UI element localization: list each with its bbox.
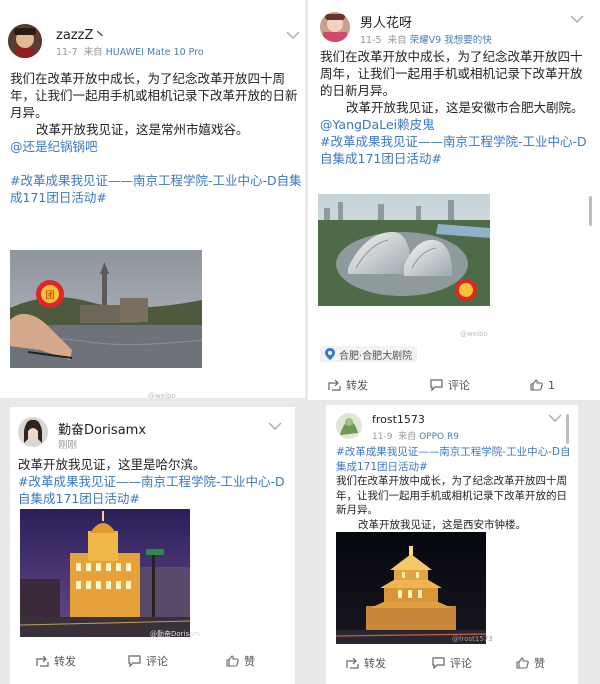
chevron-down-icon[interactable] [268, 421, 282, 431]
like-count: 1 [548, 378, 555, 392]
username[interactable]: frost1573 [372, 413, 425, 426]
hashtag-link[interactable]: #改革成果我见证——南京工程学院-工业中心-D自集成171团日活动# [18, 473, 290, 507]
comment-button[interactable]: 评论 [430, 372, 470, 398]
post-card-nanrenhua: 男人花呀 11-5 来自 荣耀V9 我想要的快 我们在改革开放中成长，为了纪念改… [308, 0, 600, 400]
device-link[interactable]: HUAWEI Mate 10 Pro [106, 47, 204, 58]
avatar-image [18, 417, 48, 447]
like-button[interactable]: 赞 [516, 650, 545, 676]
location-label: 合肥·合肥大剧院 [339, 350, 413, 362]
chevron-down-icon[interactable] [286, 30, 300, 40]
avatar-image [8, 24, 42, 58]
post-text: #改革成果我见证——南京工程学院-工业中心-D自集成171团日活动# 我们在改革… [336, 445, 576, 532]
repost-button[interactable]: 转发 [328, 372, 368, 398]
comment-button[interactable]: 评论 [432, 650, 472, 676]
post-date: 11-7 [56, 47, 78, 58]
image-watermark: @frost1573 [452, 635, 493, 643]
scrollbar[interactable] [589, 196, 592, 226]
avatar-image [336, 413, 362, 439]
post-date: 刚刚 [58, 440, 78, 451]
image-watermark: @weibo [460, 330, 488, 338]
avatar[interactable] [18, 417, 48, 447]
image-watermark: @勤奋Dorisam [150, 630, 201, 638]
chevron-down-icon[interactable] [570, 14, 584, 24]
like-button[interactable]: 1 [530, 372, 555, 398]
post-date: 11-5 [360, 35, 382, 46]
from-label: 来自 [398, 432, 417, 442]
username[interactable]: 男人花呀 [360, 12, 412, 31]
post-paragraph: 改革开放我见证，这是西安市钟楼。 [358, 518, 526, 531]
like-label: 赞 [534, 657, 545, 670]
chevron-down-icon[interactable] [548, 413, 562, 423]
post-actions: 转发 评论 赞 [326, 650, 578, 676]
hashtag-link[interactable]: #改革成果我见证——南京工程学院-工业中心-D自集成171团日活动# [320, 133, 594, 167]
post-paragraph: 改革开放我见证，这里是哈尔滨。 [18, 457, 206, 472]
post-paragraph: 我们在改革开放中成长，为了纪念改革开放四十周年，让我们一起用手机或相机记录下改革… [10, 71, 298, 120]
avatar[interactable] [8, 24, 42, 58]
post-card-frost1573: frost1573 11-9 来自 OPPO R9 #改革成果我见证——南京工程… [326, 405, 578, 684]
from-label: 来自 [83, 47, 103, 58]
post-paragraph: 改革开放我见证，这是常州市嬉戏谷。 [36, 122, 249, 137]
avatar[interactable] [336, 413, 362, 439]
scrollbar[interactable] [566, 414, 569, 444]
username[interactable]: 勤奋Dorisamx [58, 419, 146, 438]
avatar-image [320, 12, 350, 42]
comment-icon [128, 655, 141, 667]
post-text: 改革开放我见证，这里是哈尔滨。 #改革成果我见证——南京工程学院-工业中心-D自… [18, 456, 290, 507]
like-button[interactable]: 赞 [226, 648, 255, 674]
post-paragraph: 我们在改革开放中成长，为了纪念改革开放四十周年，让我们一起用手机或相机记录下改革… [336, 475, 567, 516]
post-meta: 11-5 来自 荣耀V9 我想要的快 [360, 32, 492, 46]
post-paragraph: 我们在改革开放中成长，为了纪念改革开放四十周年，让我们一起用手机或相机记录下改革… [320, 49, 583, 98]
post-text: 我们在改革开放中成长，为了纪念改革开放四十周年，让我们一起用手机或相机记录下改革… [10, 70, 300, 155]
location-tag[interactable]: 合肥·合肥大剧院 [320, 346, 418, 362]
post-actions: 转发 评论 赞 [10, 648, 295, 674]
thumbs-up-icon [530, 379, 543, 391]
hashtag-link[interactable]: #改革成果我见证——南京工程学院-工业中心-D自集成171团日活动# [10, 172, 305, 206]
post-image[interactable] [318, 194, 490, 306]
repost-label: 转发 [346, 379, 368, 392]
post-meta: 11-9 来自 OPPO R9 [372, 429, 459, 442]
from-label: 来自 [387, 35, 407, 46]
post-meta: 刚刚 [58, 437, 77, 451]
comment-label: 评论 [146, 655, 168, 668]
post-card-zazzz: zazzZ丶 11-7 来自 HUAWEI Mate 10 Pro 我们在改革开… [0, 0, 305, 398]
username[interactable]: zazzZ丶 [56, 24, 106, 43]
comment-label: 评论 [448, 379, 470, 392]
location-pin-icon [325, 348, 335, 360]
comment-label: 评论 [450, 657, 472, 670]
post-actions: 转发 评论 1 [308, 372, 600, 398]
repost-button[interactable]: 转发 [346, 650, 386, 676]
repost-icon [328, 379, 341, 391]
like-label: 赞 [244, 655, 255, 668]
comment-icon [430, 379, 443, 391]
post-meta: 11-7 来自 HUAWEI Mate 10 Pro [56, 44, 204, 58]
device-link[interactable]: 荣耀V9 我想要的快 [410, 35, 492, 46]
post-image[interactable]: 团 [10, 250, 202, 368]
repost-button[interactable]: 转发 [36, 648, 76, 674]
repost-label: 转发 [364, 657, 386, 670]
post-image[interactable] [20, 509, 190, 637]
image-watermark: @weibo [148, 392, 176, 398]
post-text: 我们在改革开放中成长，为了纪念改革开放四十周年，让我们一起用手机或相机记录下改革… [320, 48, 594, 167]
repost-icon [36, 655, 49, 667]
thumbs-up-icon [226, 655, 239, 667]
avatar[interactable] [320, 12, 350, 42]
comment-button[interactable]: 评论 [128, 648, 168, 674]
repost-icon [346, 657, 359, 669]
device-link[interactable]: OPPO R9 [419, 432, 459, 442]
comment-icon [432, 657, 445, 669]
post-date: 11-9 [372, 432, 393, 442]
post-paragraph: 改革开放我见证，这是安徽市合肥大剧院。 [346, 100, 584, 115]
svg-text:团: 团 [45, 290, 54, 301]
thumbs-up-icon [516, 657, 529, 669]
mention-link[interactable]: @YangDaLei赖皮鬼 [320, 116, 594, 133]
mention-link[interactable]: @还是纪锅锅吧 [10, 138, 300, 155]
post-image[interactable] [336, 532, 486, 644]
hashtag-link[interactable]: #改革成果我见证——南京工程学院-工业中心-D自集成171团日活动# [336, 445, 576, 474]
repost-label: 转发 [54, 655, 76, 668]
post-card-dorisamx: 勤奋Dorisamx 刚刚 改革开放我见证，这里是哈尔滨。 #改革成果我见证——… [10, 407, 295, 684]
